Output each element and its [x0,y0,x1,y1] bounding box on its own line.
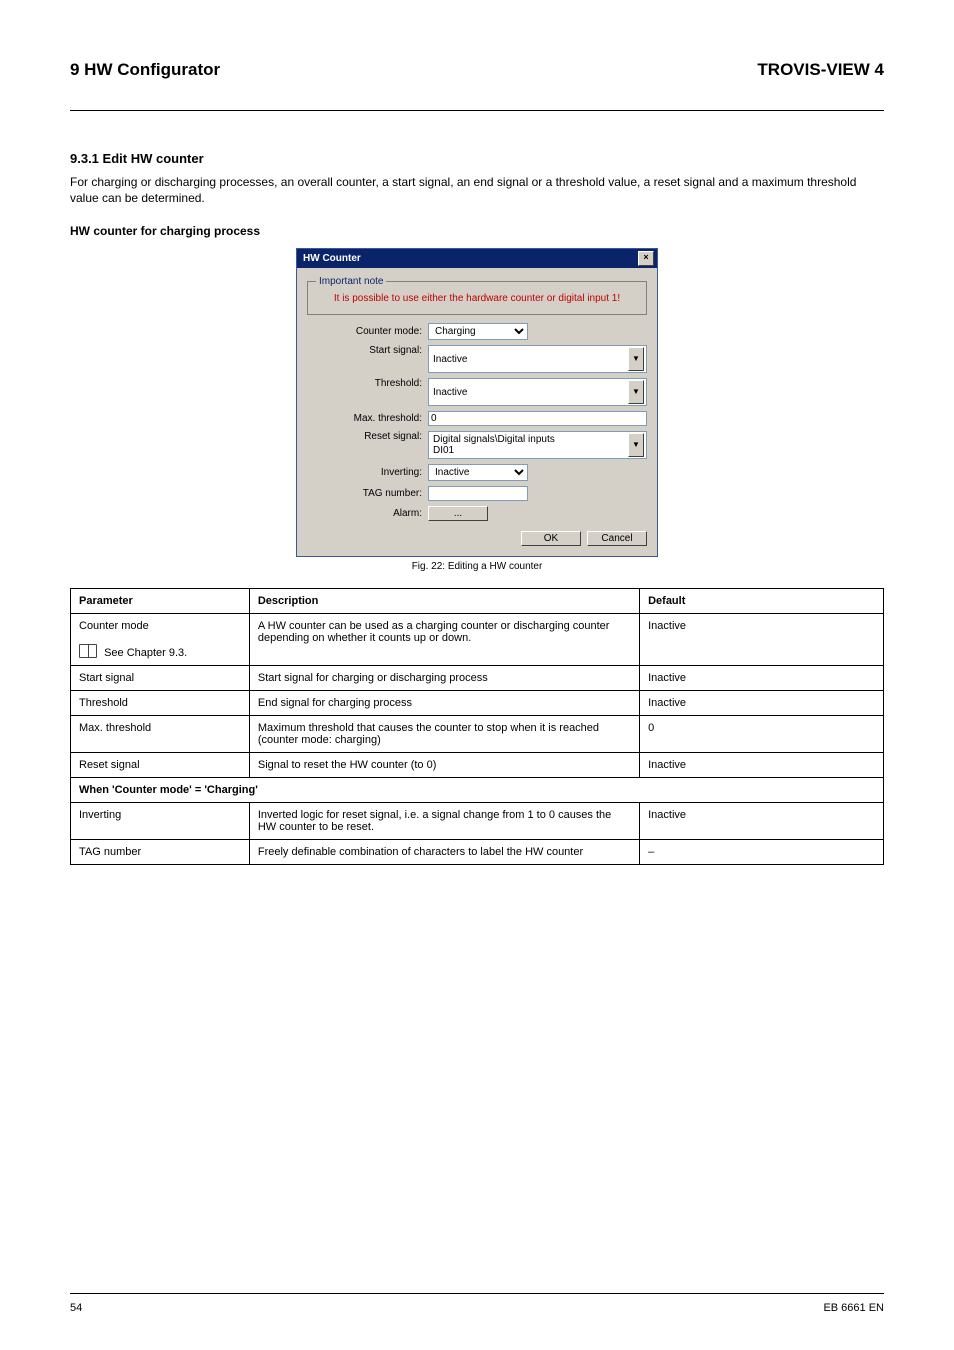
max-threshold-input[interactable] [428,411,647,426]
start-signal-select[interactable]: Inactive ▼ [428,345,647,373]
dialog-title: HW Counter [303,253,361,264]
label-threshold: Threshold: [307,378,428,389]
table-subhead: When 'Counter mode' = 'Charging' [71,778,884,803]
chevron-down-icon[interactable]: ▼ [628,347,644,371]
header-product: TROVIS-VIEW 4 [757,60,884,80]
table-row: Counter mode See Chapter 9.3. A HW count… [71,614,884,666]
alarm-button[interactable]: ... [428,506,488,521]
col-parameter: Parameter [71,589,250,614]
subtitle: HW counter for charging process [70,224,884,238]
label-reset-signal: Reset signal: [307,431,428,442]
footer-rule [70,1293,884,1294]
ok-button[interactable]: OK [521,531,581,546]
section-title: 9.3.1 Edit HW counter [70,151,884,166]
table-row: Threshold End signal for charging proces… [71,691,884,716]
page-number: 54 [70,1302,82,1314]
figure-caption: Fig. 22: Editing a HW counter [70,561,884,572]
hw-counter-dialog: HW Counter × Important note It is possib… [296,248,658,557]
label-start-signal: Start signal: [307,345,428,356]
label-max-threshold: Max. threshold: [307,413,428,424]
important-note-group: Important note It is possible to use eit… [307,276,647,315]
close-icon[interactable]: × [638,251,654,266]
important-note-legend: Important note [316,276,386,287]
label-inverting: Inverting: [307,467,428,478]
parameter-table: Parameter Description Default Counter mo… [70,588,884,865]
table-row: Start signal Start signal for charging o… [71,666,884,691]
header-chapter: 9 HW Configurator [70,60,220,80]
chevron-down-icon[interactable]: ▼ [628,380,644,404]
header-rule [70,110,884,111]
reset-signal-select[interactable]: Digital signals\Digital inputsDI01 ▼ [428,431,647,459]
label-tag-number: TAG number: [307,488,428,499]
table-row: Max. threshold Maximum threshold that ca… [71,716,884,753]
table-row: Inverting Inverted logic for reset signa… [71,803,884,840]
inverting-select[interactable]: Inactive [428,464,528,481]
intro-paragraph: For charging or discharging processes, a… [70,174,884,206]
counter-mode-select[interactable]: Charging [428,323,528,340]
cancel-button[interactable]: Cancel [587,531,647,546]
dialog-titlebar[interactable]: HW Counter × [297,249,657,268]
doc-id: EB 6661 EN [823,1302,884,1314]
table-row: Reset signal Signal to reset the HW coun… [71,753,884,778]
col-default: Default [640,589,884,614]
col-description: Description [249,589,639,614]
chevron-down-icon[interactable]: ▼ [628,433,644,457]
tag-number-input[interactable] [428,486,528,501]
important-note-text: It is possible to use either the hardwar… [316,293,638,304]
threshold-select[interactable]: Inactive ▼ [428,378,647,406]
book-icon [79,644,97,658]
label-alarm: Alarm: [307,508,428,519]
table-row: TAG number Freely definable combination … [71,840,884,865]
label-counter-mode: Counter mode: [307,326,428,337]
